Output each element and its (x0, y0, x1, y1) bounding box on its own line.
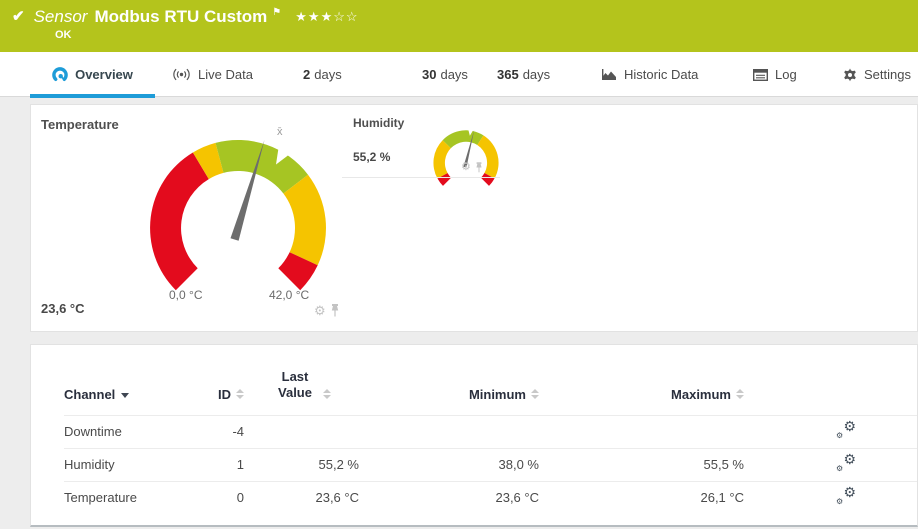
cell-id: -4 (232, 424, 244, 439)
tab-2-days[interactable]: 2 days (303, 52, 342, 97)
temperature-scale-max: 42,0 °C (269, 288, 310, 302)
column-header-tools (744, 345, 917, 415)
cell-channel: Downtime (64, 424, 122, 439)
humidity-gauge-title: Humidity (353, 116, 405, 130)
column-header-last[interactable]: Last Value (244, 345, 359, 415)
star-empty-icon[interactable]: ☆ (346, 9, 359, 24)
sort-toggle-icon (323, 388, 331, 399)
channel-table-panel: Channel ID Last Value Minimum Maximum Downti… (30, 344, 918, 527)
status-badge: OK (55, 29, 72, 41)
cell-id: 0 (236, 490, 244, 506)
sort-desc-icon (121, 392, 130, 398)
temperature-gauge-title: Temperature (41, 117, 119, 132)
tab-settings[interactable]: Settings (843, 52, 911, 97)
tab-overview[interactable]: Overview (30, 52, 155, 98)
cell-max (539, 415, 744, 448)
priority-star-rating[interactable]: ★★★☆☆ (295, 9, 358, 25)
sensor-status-bar: ✔ Sensor Modbus RTU Custom ⚑ ★★★☆☆ OK (0, 0, 918, 52)
tab-live-data[interactable]: Live Data (172, 52, 253, 97)
cell-channel: Humidity (64, 457, 115, 472)
channel-table-header: Channel ID Last Value Minimum Maximum (64, 345, 917, 415)
star-filled-icon[interactable]: ★ (321, 9, 334, 24)
column-header-max[interactable]: Maximum (539, 345, 744, 415)
flag-icon[interactable]: ⚑ (272, 7, 281, 18)
cell-tools: ⚙ ⚙ (744, 448, 917, 481)
sort-toggle-icon (531, 388, 539, 399)
settings-gear-icon (843, 68, 857, 82)
table-row: Downtime -4 ⚙ ⚙ (64, 415, 917, 448)
temperature-gauge-pin-icon[interactable] (330, 304, 340, 317)
gauge-icon (52, 66, 68, 83)
star-filled-icon[interactable]: ★ (308, 9, 321, 24)
temperature-scale-min: 0,0 °C (169, 288, 203, 302)
sensor-kind-label: Sensor (33, 7, 88, 26)
channel-settings-gears-icon[interactable]: ⚙ ⚙ (836, 419, 856, 440)
table-row: Humidity 1 55,2 % 38,0 % 55,5 % ⚙ ⚙ (64, 448, 917, 481)
column-header-id[interactable]: ID (204, 345, 244, 415)
live-icon (172, 68, 191, 81)
sort-toggle-icon (736, 388, 744, 399)
tab-365-days[interactable]: 365 days (497, 52, 550, 97)
cell-last: 55,2 % (318, 457, 359, 472)
log-icon (753, 68, 768, 81)
cell-max: 26,1 °C (700, 490, 744, 506)
channel-table-body: Downtime -4 ⚙ ⚙ Humidity 1 55,2 % 38,0 % 55,5 % ⚙… (64, 415, 917, 514)
tab-30-days[interactable]: 30 days (422, 52, 468, 97)
table-row: Temperature 0 23,6 °C 23,6 °C 26,1 °C ⚙ ⚙ (64, 481, 917, 514)
humidity-tile-divider (342, 177, 500, 178)
cell-last (244, 415, 359, 448)
channel-table: Channel ID Last Value Minimum Maximum Downti… (64, 345, 917, 514)
column-header-channel[interactable]: Channel (64, 345, 204, 415)
historic-chart-icon (601, 68, 617, 81)
star-empty-icon[interactable]: ☆ (333, 9, 346, 24)
cell-id: 1 (236, 457, 244, 472)
cell-channel: Temperature (64, 490, 137, 506)
cell-max: 55,5 % (703, 457, 744, 472)
channel-settings-gears-icon[interactable]: ⚙ ⚙ (836, 452, 856, 473)
gauges-panel: Temperature x̄ 0,0 °C 42,0 °C 23,6 °C ⚙ … (30, 104, 918, 332)
tab-bar: Overview Live Data 2 days 30 days 365 days Histo… (0, 52, 918, 98)
cell-last: 23,6 °C (315, 490, 359, 506)
tab-historic-data[interactable]: Historic Data (601, 52, 698, 97)
average-marker-label: x̄ (277, 126, 283, 138)
cell-min: 38,0 % (498, 457, 539, 472)
ok-check-icon: ✔ (12, 8, 25, 25)
channel-settings-gears-icon[interactable]: ⚙ ⚙ (836, 485, 856, 506)
cell-min (359, 415, 539, 448)
temperature-gauge-settings-gear-icon[interactable]: ⚙ (314, 304, 326, 317)
temperature-current-value: 23,6 °C (41, 301, 85, 316)
sort-toggle-icon (236, 388, 244, 399)
cell-tools: ⚙ ⚙ (744, 415, 917, 448)
page-title: Modbus RTU Custom (94, 7, 268, 26)
humidity-gauge-pin-icon[interactable] (475, 162, 483, 173)
column-header-min[interactable]: Minimum (359, 345, 539, 415)
tab-log[interactable]: Log (753, 52, 797, 97)
cell-tools: ⚙ ⚙ (744, 481, 917, 514)
cell-min: 23,6 °C (495, 490, 539, 506)
humidity-gauge-settings-gear-icon[interactable]: ⚙ (461, 162, 471, 173)
humidity-current-value: 55,2 % (353, 150, 391, 164)
star-filled-icon[interactable]: ★ (295, 9, 308, 24)
